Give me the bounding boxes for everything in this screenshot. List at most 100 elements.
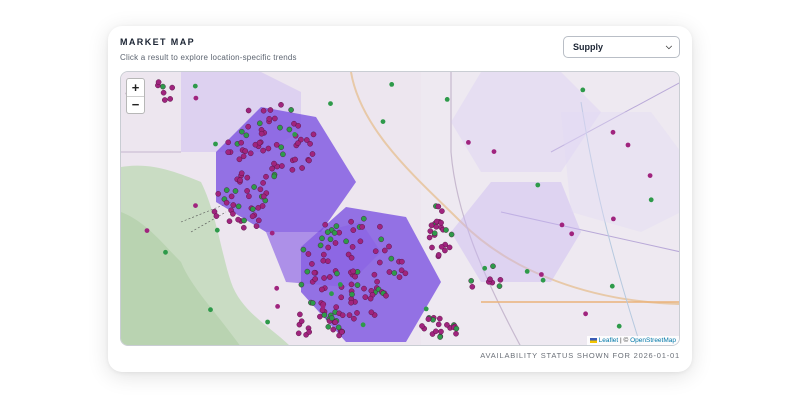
map-marker[interactable] bbox=[295, 123, 301, 129]
map-marker[interactable] bbox=[437, 334, 443, 340]
map-marker[interactable] bbox=[305, 251, 312, 257]
map-marker[interactable] bbox=[255, 217, 262, 224]
map-marker[interactable] bbox=[215, 191, 221, 197]
map-marker[interactable] bbox=[300, 246, 307, 253]
map-marker[interactable] bbox=[332, 319, 339, 325]
map-view[interactable]: + − Leaflet | © OpenStreetMap bbox=[120, 71, 680, 346]
map-marker[interactable] bbox=[648, 197, 654, 203]
map-marker[interactable] bbox=[647, 173, 653, 178]
map-marker[interactable] bbox=[317, 242, 324, 249]
map-marker[interactable] bbox=[435, 321, 442, 328]
map-marker[interactable] bbox=[223, 187, 230, 193]
map-marker[interactable] bbox=[306, 157, 312, 164]
map-marker[interactable] bbox=[232, 188, 239, 194]
map-marker[interactable] bbox=[357, 238, 364, 245]
map-marker[interactable] bbox=[295, 330, 302, 337]
map-marker[interactable] bbox=[453, 325, 460, 332]
map-marker[interactable] bbox=[214, 227, 220, 233]
map-marker[interactable] bbox=[303, 137, 310, 143]
map-marker[interactable] bbox=[267, 107, 274, 113]
map-marker[interactable] bbox=[253, 223, 260, 229]
zoom-out-button[interactable]: − bbox=[127, 97, 144, 114]
map-marker[interactable] bbox=[320, 304, 326, 309]
map-marker[interactable] bbox=[223, 199, 230, 206]
map-marker[interactable] bbox=[439, 208, 445, 214]
map-marker[interactable] bbox=[328, 101, 333, 106]
map-marker[interactable] bbox=[243, 132, 250, 139]
map-marker[interactable] bbox=[319, 235, 325, 242]
map-marker[interactable] bbox=[330, 326, 336, 333]
map-marker[interactable] bbox=[260, 180, 266, 186]
map-marker[interactable] bbox=[240, 153, 247, 160]
map-marker[interactable] bbox=[332, 240, 339, 246]
map-marker[interactable] bbox=[230, 211, 236, 217]
map-canvas[interactable] bbox=[121, 72, 680, 346]
map-marker[interactable] bbox=[559, 222, 565, 228]
map-marker[interactable] bbox=[208, 307, 213, 313]
map-marker[interactable] bbox=[325, 244, 331, 251]
map-marker[interactable] bbox=[325, 323, 332, 330]
map-marker[interactable] bbox=[466, 140, 471, 145]
map-marker[interactable] bbox=[260, 147, 266, 154]
map-marker[interactable] bbox=[239, 128, 245, 135]
map-marker[interactable] bbox=[419, 323, 425, 329]
map-marker[interactable] bbox=[257, 186, 264, 193]
map-marker[interactable] bbox=[192, 83, 198, 89]
map-marker[interactable] bbox=[438, 219, 444, 226]
map-marker[interactable] bbox=[348, 281, 355, 288]
map-marker[interactable] bbox=[362, 294, 369, 300]
map-marker[interactable] bbox=[246, 193, 252, 200]
map-marker[interactable] bbox=[431, 230, 438, 236]
map-marker[interactable] bbox=[249, 206, 256, 212]
map-marker[interactable] bbox=[278, 101, 284, 108]
map-marker[interactable] bbox=[335, 324, 342, 331]
map-marker[interactable] bbox=[377, 223, 383, 230]
map-marker[interactable] bbox=[625, 142, 631, 148]
map-marker[interactable] bbox=[328, 315, 335, 321]
map-marker[interactable] bbox=[338, 294, 344, 301]
map-marker[interactable] bbox=[322, 221, 328, 228]
map-marker[interactable] bbox=[432, 328, 439, 335]
map-marker[interactable] bbox=[310, 131, 317, 138]
map-marker[interactable] bbox=[423, 306, 429, 312]
map-marker[interactable] bbox=[535, 182, 541, 188]
map-marker[interactable] bbox=[371, 271, 378, 278]
map-marker[interactable] bbox=[298, 281, 305, 288]
map-marker[interactable] bbox=[443, 227, 449, 233]
map-marker[interactable] bbox=[368, 309, 375, 316]
map-marker[interactable] bbox=[448, 231, 455, 238]
map-marker[interactable] bbox=[288, 107, 294, 113]
map-marker[interactable] bbox=[256, 139, 263, 146]
map-marker[interactable] bbox=[325, 258, 331, 264]
map-marker[interactable] bbox=[298, 318, 305, 324]
map-marker[interactable] bbox=[327, 236, 334, 243]
map-marker[interactable] bbox=[339, 312, 346, 318]
map-marker[interactable] bbox=[482, 265, 488, 271]
map-marker[interactable] bbox=[163, 249, 168, 255]
map-marker[interactable] bbox=[321, 312, 328, 318]
map-marker[interactable] bbox=[426, 234, 433, 241]
map-marker[interactable] bbox=[167, 96, 174, 102]
map-marker[interactable] bbox=[278, 144, 284, 150]
map-marker[interactable] bbox=[245, 107, 252, 114]
map-marker[interactable] bbox=[348, 299, 354, 306]
map-marker[interactable] bbox=[160, 89, 167, 96]
map-marker[interactable] bbox=[339, 329, 345, 335]
map-marker[interactable] bbox=[311, 269, 318, 276]
map-marker[interactable] bbox=[265, 145, 272, 152]
map-marker[interactable] bbox=[324, 229, 331, 235]
map-marker[interactable] bbox=[435, 203, 442, 210]
map-marker[interactable] bbox=[241, 217, 247, 224]
map-marker[interactable] bbox=[260, 107, 267, 114]
map-marker[interactable] bbox=[611, 216, 616, 222]
map-marker[interactable] bbox=[381, 247, 388, 254]
map-marker[interactable] bbox=[343, 238, 349, 245]
map-marker[interactable] bbox=[367, 295, 374, 302]
map-marker[interactable] bbox=[349, 291, 355, 298]
map-marker[interactable] bbox=[540, 277, 546, 283]
map-marker[interactable] bbox=[225, 149, 231, 155]
map-marker[interactable] bbox=[428, 222, 435, 229]
map-marker[interactable] bbox=[321, 275, 327, 281]
map-marker[interactable] bbox=[295, 140, 301, 146]
map-marker[interactable] bbox=[446, 244, 453, 251]
